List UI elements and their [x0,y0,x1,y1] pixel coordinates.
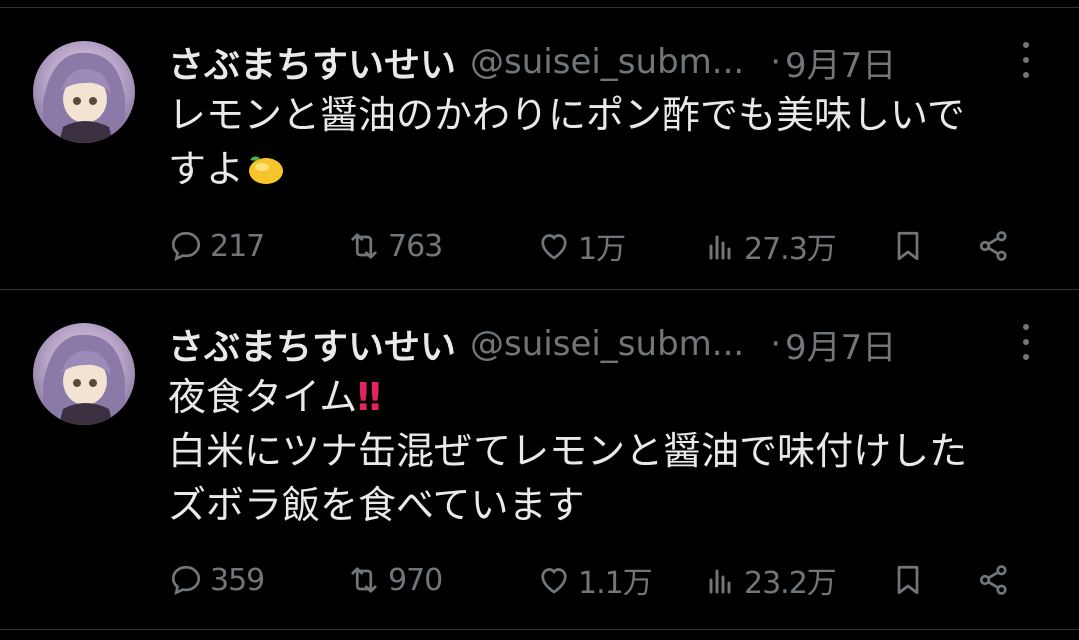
tweet-text: 夜食タイム‼ 白米にツナ缶混ぜてレモンと醤油で味付けした ズボラ飯を食べています [168,370,1048,532]
double-exclamation-emoji-icon: ‼ [357,375,381,419]
avatar[interactable] [33,41,135,143]
tweet-date[interactable]: 9月7日 [785,320,896,369]
tweet-actions: 217 763 1万 27.3万 [168,226,1039,267]
reply-icon [171,231,201,262]
views-chart-icon [709,569,731,594]
reply-count: 217 [210,228,265,264]
view-count: 27.3万 [744,232,837,267]
tweet-text: レモンと醤油のかわりにポン酢でも美味しいで すよ [168,88,1048,196]
lemon-emoji-icon [244,146,288,184]
user-handle[interactable]: @suisei_subm... [470,42,744,82]
retweet-button[interactable]: 763 [346,226,443,266]
avatar[interactable] [33,323,135,425]
tweet-text-line: 夜食タイム‼ [168,375,381,419]
reply-button[interactable]: 217 [168,226,265,266]
retweet-icon [351,233,377,259]
bookmark-button[interactable] [890,226,932,266]
tweet[interactable]: さぶまちすいせい @suisei_subm... · 9月7日 レモンと醤油のか… [0,8,1079,290]
display-name[interactable]: さぶまちすいせい [168,36,456,88]
views-button[interactable]: 23.2万 [702,560,837,601]
reply-icon [171,565,201,596]
like-count: 1.1万 [578,566,653,601]
tweet-text-line: レモンと醤油のかわりにポン酢でも美味しいで [168,93,965,137]
more-options-icon[interactable] [1021,324,1031,360]
share-button[interactable] [976,560,1018,600]
separator-dot: · [770,42,782,82]
heart-icon [541,568,567,594]
like-button[interactable]: 1万 [536,226,626,267]
retweet-count: 970 [388,562,443,598]
tweet-text-line: ズボラ飯を食べています [168,483,585,527]
tweet-header: さぶまちすいせい @suisei_subm... · 9月7日 [168,36,1079,88]
share-icon [979,231,1007,261]
tweet-header: さぶまちすいせい @suisei_subm... · 9月7日 [168,318,1079,370]
top-divider [0,0,1079,8]
retweet-count: 763 [388,228,443,264]
view-count: 23.2万 [744,566,837,601]
like-button[interactable]: 1.1万 [536,560,653,601]
bookmark-button[interactable] [890,560,932,600]
heart-icon [541,234,567,260]
tweet-date[interactable]: 9月7日 [785,38,896,87]
retweet-button[interactable]: 970 [346,560,443,600]
retweet-icon [351,567,377,593]
reply-button[interactable]: 359 [168,560,265,600]
bookmark-icon [897,231,919,261]
separator-dot: · [770,324,782,364]
user-handle[interactable]: @suisei_subm... [470,324,744,364]
more-options-icon[interactable] [1021,42,1031,78]
tweet-actions: 359 970 1.1万 23.2万 [168,560,1039,601]
share-button[interactable] [976,226,1018,266]
like-count: 1万 [578,232,626,267]
views-button[interactable]: 27.3万 [702,226,837,267]
bookmark-icon [897,565,919,595]
tweet-text-line: すよ [168,142,1048,196]
reply-count: 359 [210,562,265,598]
tweet[interactable]: さぶまちすいせい @suisei_subm... · 9月7日 夜食タイム‼ 白… [0,290,1079,630]
display-name[interactable]: さぶまちすいせい [168,318,456,370]
tweet-text-line: 白米にツナ缶混ぜてレモンと醤油で味付けした [168,429,968,473]
share-icon [979,565,1007,595]
views-chart-icon [709,235,731,260]
